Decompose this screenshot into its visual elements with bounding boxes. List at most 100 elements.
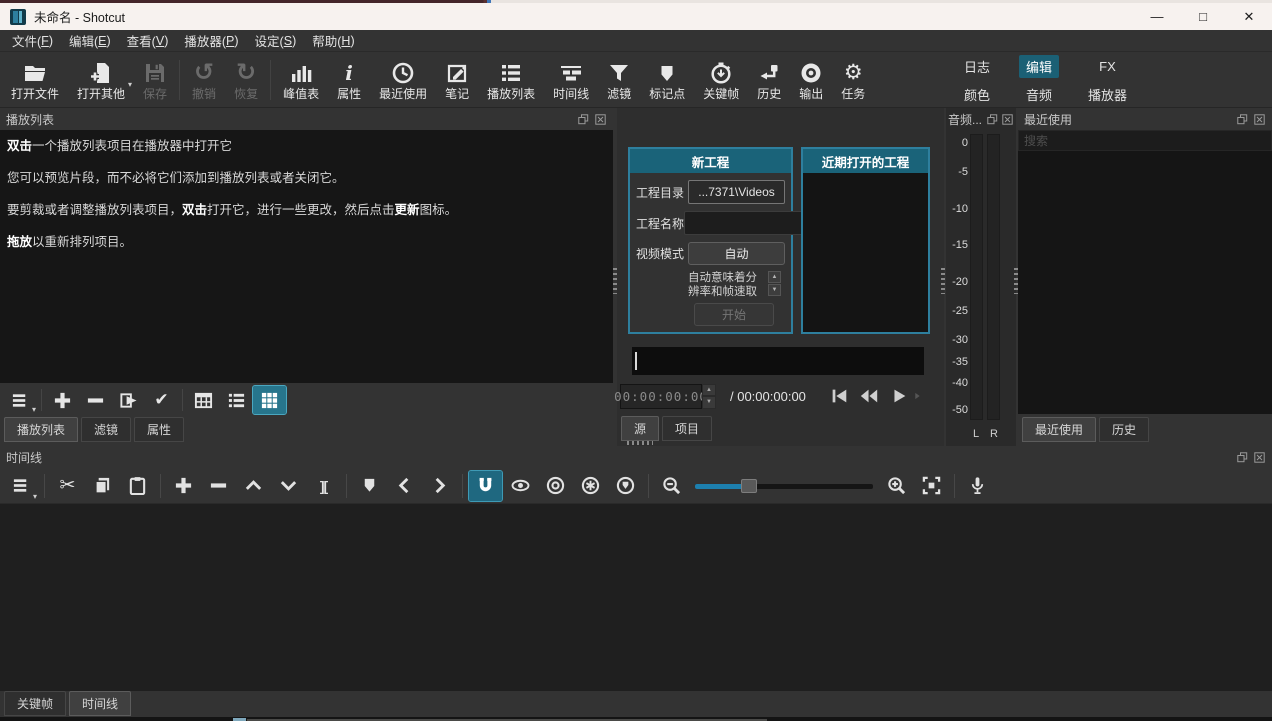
split-button[interactable]: ][	[307, 471, 340, 501]
timecode-down-icon[interactable]: ▼	[702, 396, 716, 409]
tab-history[interactable]: 历史	[1099, 417, 1149, 442]
playlist-menu-button[interactable]: ▾	[4, 386, 37, 414]
toolbar-undo-button[interactable]: ↺ 撤销	[183, 57, 225, 103]
playlist-open-clip-button[interactable]	[112, 386, 145, 414]
copy-button[interactable]	[86, 471, 119, 501]
toolbar-jobs-button[interactable]: ⚙ 任务	[832, 57, 874, 103]
close-panel-icon[interactable]	[1252, 450, 1266, 464]
prev-marker-button[interactable]	[388, 471, 421, 501]
timeline-menu-button[interactable]: ▾	[5, 471, 38, 501]
layout-editing-button[interactable]: 编辑	[1019, 55, 1059, 78]
close-panel-icon[interactable]	[1252, 112, 1266, 126]
toolbar-notes-button[interactable]: 笔记	[436, 57, 478, 103]
append-button[interactable]	[167, 471, 200, 501]
position-timecode[interactable]: 00:00:00:00	[620, 384, 702, 409]
menu-settings[interactable]: 设定(S)	[247, 30, 305, 51]
marker-button[interactable]	[353, 471, 386, 501]
layout-player-button[interactable]: 播放器	[1081, 83, 1134, 106]
minimize-button[interactable]: —	[1134, 3, 1180, 30]
overwrite-button[interactable]	[272, 471, 305, 501]
zoom-slider-handle[interactable]	[741, 479, 757, 493]
play-button[interactable]	[884, 384, 914, 408]
toolbar-markers-button[interactable]: 标记点	[640, 57, 694, 103]
fast-forward-button[interactable]	[914, 384, 928, 408]
playlist-update-button[interactable]: ✔	[145, 386, 178, 414]
tab-source[interactable]: 源	[621, 416, 659, 441]
close-button[interactable]: ✕	[1226, 3, 1272, 30]
snap-button[interactable]	[469, 471, 502, 501]
menu-file[interactable]: 文件(F)	[4, 30, 61, 51]
zoom-slider[interactable]	[695, 471, 873, 501]
tab-playlist[interactable]: 播放列表	[4, 417, 78, 442]
ripple-delete-button[interactable]	[202, 471, 235, 501]
project-folder-combo[interactable]: ...7371\Videos	[688, 180, 785, 204]
video-mode-button[interactable]: 自动	[688, 242, 785, 265]
tab-project[interactable]: 项目	[662, 416, 712, 441]
toolbar-properties-button[interactable]: i 属性	[328, 57, 370, 103]
splitter-handle[interactable]	[627, 441, 653, 445]
tab-timeline[interactable]: 时间线	[69, 691, 131, 716]
close-panel-icon[interactable]	[593, 112, 607, 126]
toolbar-peak-meter-button[interactable]: 峰值表	[274, 57, 328, 103]
view-tiles-button[interactable]	[220, 386, 253, 414]
ripple-markers-button[interactable]	[609, 471, 642, 501]
timeline-tracks-area[interactable]	[0, 504, 1272, 691]
playlist-remove-button[interactable]	[79, 386, 112, 414]
splitter-handle[interactable]	[941, 268, 945, 294]
toolbar-redo-button[interactable]: ↻ 恢复	[225, 57, 267, 103]
lift-button[interactable]	[237, 471, 270, 501]
zoom-fit-button[interactable]	[915, 471, 948, 501]
scroll-up-icon[interactable]: ▲	[768, 271, 781, 283]
toolbar-recent-button[interactable]: 最近使用	[370, 57, 436, 103]
float-panel-icon[interactable]	[985, 112, 999, 126]
paste-button[interactable]	[121, 471, 154, 501]
toolbar-timeline-button[interactable]: 时间线	[544, 57, 598, 103]
close-panel-icon[interactable]	[1000, 112, 1014, 126]
ripple-all-tracks-button[interactable]	[574, 471, 607, 501]
view-details-button[interactable]	[187, 386, 220, 414]
playlist-add-button[interactable]	[46, 386, 79, 414]
tab-properties[interactable]: 属性	[134, 417, 184, 442]
menu-edit[interactable]: 编辑(E)	[61, 30, 119, 51]
ripple-button[interactable]	[539, 471, 572, 501]
toolbar-history-button[interactable]: 历史	[748, 57, 790, 103]
layout-color-button[interactable]: 颜色	[957, 83, 997, 106]
toolbar-playlist-button[interactable]: 播放列表	[478, 57, 544, 103]
toolbar-keyframes-button[interactable]: 关键帧	[694, 57, 748, 103]
layout-fx-button[interactable]: FX	[1092, 57, 1123, 76]
float-panel-icon[interactable]	[1235, 450, 1249, 464]
zoom-in-button[interactable]	[880, 471, 913, 501]
splitter-handle[interactable]	[1014, 268, 1018, 294]
seek-bar[interactable]	[632, 347, 924, 375]
menu-view[interactable]: 查看(V)	[119, 30, 177, 51]
tab-filters[interactable]: 滤镜	[81, 417, 131, 442]
float-panel-icon[interactable]	[1235, 112, 1249, 126]
menu-help[interactable]: 帮助(H)	[304, 30, 362, 51]
next-marker-button[interactable]	[423, 471, 456, 501]
toolbar-open-file-button[interactable]: 打开文件	[2, 57, 68, 103]
record-audio-button[interactable]	[961, 471, 994, 501]
tab-recent[interactable]: 最近使用	[1022, 417, 1096, 442]
maximize-button[interactable]: □	[1180, 3, 1226, 30]
view-icons-button[interactable]	[253, 386, 286, 414]
splitter-handle[interactable]	[613, 268, 617, 294]
start-button[interactable]: 开始	[694, 303, 774, 326]
zoom-out-button[interactable]	[655, 471, 688, 501]
float-panel-icon[interactable]	[576, 112, 590, 126]
rewind-button[interactable]	[854, 384, 884, 408]
toolbar-export-button[interactable]: 输出	[790, 57, 832, 103]
menu-player[interactable]: 播放器(P)	[176, 30, 246, 51]
recent-search-input[interactable]	[1018, 130, 1272, 151]
scroll-down-icon[interactable]: ▼	[768, 284, 781, 296]
toolbar-filters-button[interactable]: 滤镜	[598, 57, 640, 103]
layout-logs-button[interactable]: 日志	[957, 55, 997, 78]
layout-audio-button[interactable]: 音频	[1019, 83, 1059, 106]
tab-keyframes[interactable]: 关键帧	[4, 691, 66, 716]
toolbar-save-button[interactable]: 保存	[134, 57, 176, 103]
recent-files-list[interactable]	[1018, 151, 1272, 414]
timecode-up-icon[interactable]: ▲	[702, 384, 716, 397]
toolbar-open-other-button[interactable]: 打开其他 ▾	[68, 57, 134, 103]
cut-button[interactable]: ✂	[51, 471, 84, 501]
skip-start-button[interactable]	[824, 384, 854, 408]
scrub-while-dragging-button[interactable]	[504, 471, 537, 501]
